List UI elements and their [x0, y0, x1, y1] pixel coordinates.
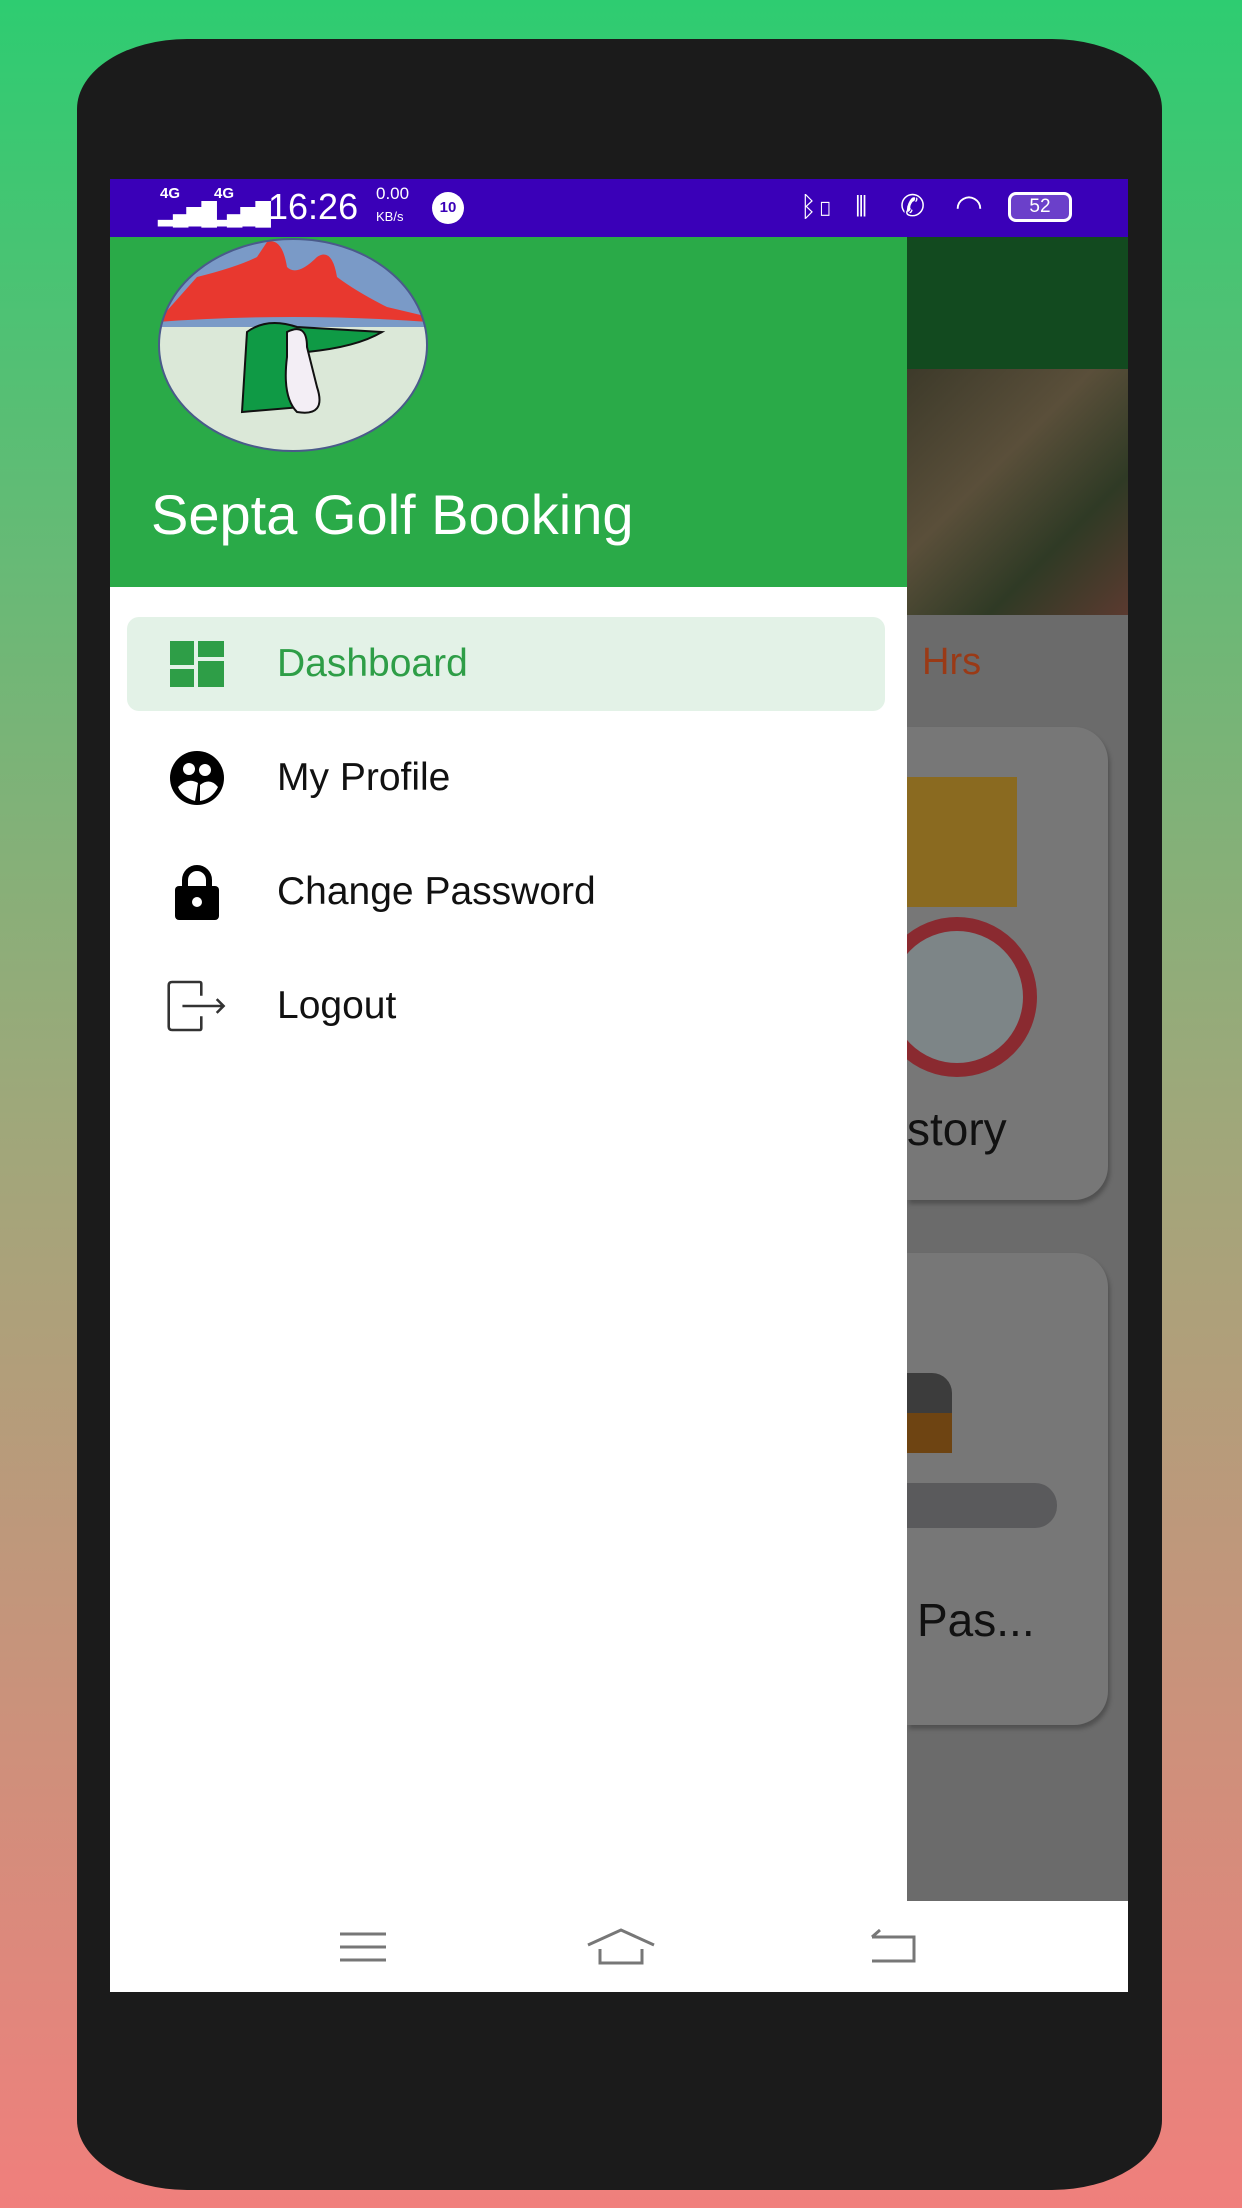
wifi-icon: ◠: [955, 188, 983, 224]
wifi-call-icon: ✆: [900, 190, 926, 223]
navigation-drawer: Septa Golf Booking Dashboard My Profile …: [110, 237, 907, 1901]
dashboard-icon: [167, 634, 227, 694]
back-icon[interactable]: [866, 1927, 918, 1967]
status-bar: 4G ▂▄▆█ 4G ▂▄▆█ 16:26 0.00 KB/s 10 ᛒ▯ ⦀ …: [110, 179, 1128, 237]
vibrate-icon: ⦀: [855, 191, 868, 222]
drawer-item-label: Dashboard: [277, 642, 468, 685]
background-password-card: Pas...: [907, 1253, 1108, 1725]
drawer-item-label: Logout: [277, 984, 397, 1027]
logout-icon: [167, 976, 227, 1036]
drawer-item-logout[interactable]: Logout: [127, 959, 885, 1053]
signal-icon: ▂▄▆█: [212, 201, 271, 226]
clock: 16:26: [268, 186, 359, 227]
password-field-icon: [907, 1483, 1057, 1528]
padlock-body: [907, 1413, 952, 1453]
network-label: 4G: [160, 185, 181, 202]
background-hours-label: Hrs: [922, 641, 982, 683]
lock-icon: [167, 862, 227, 922]
net-speed-unit: KB/s: [376, 209, 404, 224]
profile-icon: [167, 748, 227, 808]
drawer-item-label: My Profile: [277, 756, 451, 799]
padlock-icon: [907, 1373, 952, 1413]
drawer-header: Septa Golf Booking: [110, 237, 907, 587]
home-icon[interactable]: [586, 1927, 656, 1967]
drawer-item-change-password[interactable]: Change Password: [127, 845, 885, 939]
drawer-item-label: Change Password: [277, 870, 596, 913]
notification-badge: 10: [432, 192, 464, 224]
bluetooth-icon: ᛒ▯: [800, 191, 834, 222]
background-toolbar: [907, 237, 1128, 369]
system-nav-bar: [110, 1901, 1128, 1992]
battery-icon: 52: [1008, 192, 1072, 222]
screen: 4G ▂▄▆█ 4G ▂▄▆█ 16:26 0.00 KB/s 10 ᛒ▯ ⦀ …: [110, 179, 1128, 1992]
menu-icon[interactable]: [338, 1931, 388, 1963]
signal-icon: ▂▄▆█: [158, 201, 217, 226]
network-label: 4G: [214, 185, 235, 202]
drawer-item-dashboard[interactable]: Dashboard: [127, 617, 885, 711]
drawer-item-my-profile[interactable]: My Profile: [127, 731, 885, 825]
club-logo: [158, 238, 428, 452]
background-history-card: story: [877, 727, 1108, 1200]
scroll-icon: [907, 777, 1017, 907]
card-label: Pas...: [917, 1594, 1035, 1646]
card-label: story: [907, 1103, 1007, 1155]
net-speed: 0.00: [376, 184, 410, 203]
background-golf-photo: [907, 369, 1128, 615]
drawer-title: Septa Golf Booking: [151, 483, 634, 546]
